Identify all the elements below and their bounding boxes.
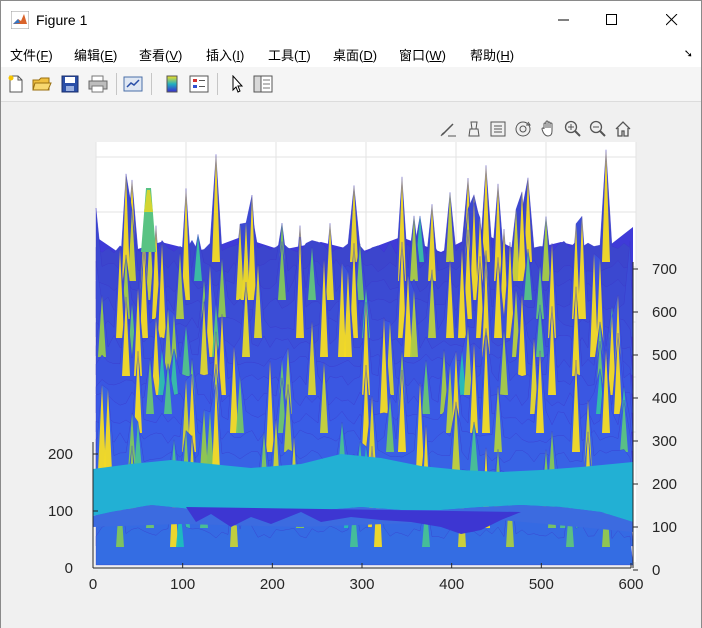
print-button[interactable] (87, 73, 109, 95)
surface-plot[interactable]: 0 100 200 300 400 500 600 0 100 200 0 100 200 300 40… (1, 102, 701, 628)
x-tick-label: 500 (529, 576, 554, 593)
z-tick-label: 400 (652, 390, 677, 407)
save-button[interactable] (59, 73, 81, 95)
window-title: Figure 1 (36, 12, 88, 28)
z-tick-label: 200 (652, 476, 677, 493)
link-plot-button[interactable] (122, 73, 144, 95)
z-tick-label: 100 (652, 519, 677, 536)
toolbar-separator (151, 73, 152, 95)
figure-canvas: 0 100 200 300 400 500 600 0 100 200 0 100 200 300 40… (1, 102, 701, 628)
menu-file[interactable]: 文件(F) (10, 45, 53, 64)
menu-edit[interactable]: 编辑(E) (74, 45, 117, 64)
print-icon (88, 75, 108, 93)
property-inspector-icon (253, 75, 273, 93)
x-tick-label: 400 (439, 576, 464, 593)
toolbar-separator (217, 73, 218, 95)
y-tick-label: 0 (65, 560, 73, 577)
x-tick-label: 300 (349, 576, 374, 593)
menu-tools[interactable]: 工具(T) (268, 45, 311, 64)
edit-plot-button[interactable] (226, 73, 248, 95)
menu-window[interactable]: 窗口(W) (399, 45, 446, 64)
new-figure-icon (8, 75, 23, 93)
figure-window: Figure 1 文件(F) 编辑(E) 查看(V) 插入(I) 工具(T) 桌… (0, 0, 702, 628)
minimize-button[interactable] (541, 1, 587, 39)
z-axis-ticks: 0 100 200 300 400 500 600 700 (633, 261, 677, 579)
menu-view[interactable]: 查看(V) (139, 45, 182, 64)
save-icon (61, 75, 79, 93)
maximize-button[interactable] (589, 1, 635, 39)
z-tick-label: 300 (652, 433, 677, 450)
x-tick-label: 600 (618, 576, 643, 593)
menu-desktop[interactable]: 桌面(D) (333, 45, 377, 64)
property-inspector-button[interactable] (252, 73, 274, 95)
dock-arrow-icon[interactable]: ➘ (684, 47, 693, 60)
x-tick-label: 100 (170, 576, 195, 593)
menu-bar: 文件(F) 编辑(E) 查看(V) 插入(I) 工具(T) 桌面(D) 窗口(W… (1, 39, 701, 67)
legend-button[interactable] (188, 73, 210, 95)
z-tick-label: 600 (652, 304, 677, 321)
y-tick-label: 200 (48, 446, 73, 463)
minimize-icon (558, 19, 569, 21)
legend-icon (189, 75, 209, 93)
y-axis-ticks: 0 100 200 (48, 446, 98, 577)
menu-insert[interactable]: 插入(I) (206, 45, 244, 64)
maximize-icon (606, 14, 617, 25)
x-tick-label: 0 (89, 576, 97, 593)
toolbar-separator (116, 73, 117, 95)
title-bar: Figure 1 (1, 1, 701, 39)
colorbar-icon (166, 75, 178, 93)
colorbar-button[interactable] (161, 73, 183, 95)
y-tick-label: 100 (48, 503, 73, 520)
x-tick-label: 200 (260, 576, 285, 593)
close-button[interactable] (649, 1, 695, 39)
close-icon (666, 14, 678, 26)
z-tick-label: 500 (652, 347, 677, 364)
open-file-icon (32, 77, 52, 91)
matlab-logo-icon (11, 11, 29, 29)
figure-toolbar (1, 67, 701, 102)
link-plot-icon (123, 76, 143, 92)
new-figure-button[interactable] (5, 73, 27, 95)
menu-help[interactable]: 帮助(H) (470, 45, 514, 64)
open-file-button[interactable] (31, 73, 53, 95)
z-tick-label: 0 (652, 562, 660, 579)
edit-plot-arrow-icon (232, 75, 244, 93)
z-tick-label: 700 (652, 261, 677, 278)
